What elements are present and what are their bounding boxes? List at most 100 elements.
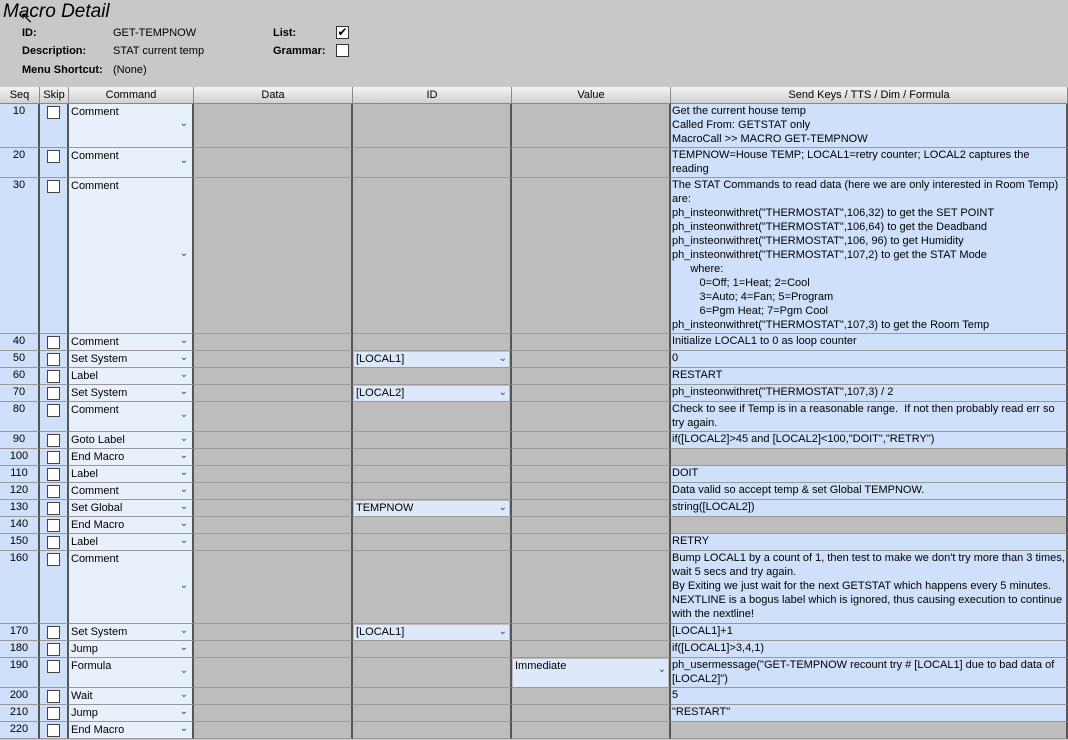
send-keys-cell[interactable]: The STAT Commands to read data (here we … [671,178,1068,334]
seq-cell[interactable]: 80 [0,402,40,432]
chevron-down-icon[interactable]: ⌄ [178,334,190,348]
skip-cell[interactable] [40,351,69,368]
skip-checkbox[interactable] [47,502,60,515]
value-cell[interactable] [512,148,671,178]
data-cell[interactable] [194,466,353,483]
seq-cell[interactable]: 20 [0,148,40,178]
value-cell[interactable] [512,104,671,148]
send-keys-cell[interactable] [671,517,1068,534]
value-cell[interactable] [512,551,671,624]
skip-cell[interactable] [40,534,69,551]
skip-checkbox[interactable] [47,451,60,464]
value-cell[interactable] [512,432,671,449]
data-cell[interactable] [194,385,353,402]
seq-cell[interactable]: 100 [0,449,40,466]
send-keys-cell[interactable]: [LOCAL1]+1 [671,624,1068,641]
id-cell[interactable] [353,534,512,551]
command-dropdown[interactable]: Wait ⌄ [69,688,194,705]
chevron-down-icon[interactable]: ⌄ [178,154,190,168]
id-cell[interactable] [353,432,512,449]
id-dropdown[interactable]: TEMPNOW ⌄ [354,501,509,516]
data-cell[interactable] [194,722,353,739]
skip-checkbox[interactable] [47,434,60,447]
description-value[interactable]: STAT current temp [113,45,204,57]
id-value[interactable]: GET-TEMPNOW [113,27,196,39]
data-cell[interactable] [194,551,353,624]
skip-checkbox[interactable] [47,643,60,656]
command-dropdown[interactable]: Comment ⌄ [69,178,194,334]
skip-checkbox[interactable] [47,660,60,673]
id-cell[interactable] [353,178,512,334]
value-cell[interactable]: Immediate ⌄ [512,658,671,688]
send-keys-cell[interactable]: Get the current house temp Called From: … [671,104,1068,148]
skip-cell[interactable] [40,148,69,178]
chevron-down-icon[interactable]: ⌄ [178,449,190,463]
command-dropdown[interactable]: Set System ⌄ [69,624,194,641]
skip-cell[interactable] [40,466,69,483]
seq-cell[interactable]: 120 [0,483,40,500]
data-cell[interactable] [194,148,353,178]
id-cell[interactable] [353,688,512,705]
send-keys-cell[interactable]: 0 [671,351,1068,368]
seq-cell[interactable]: 180 [0,641,40,658]
data-cell[interactable] [194,432,353,449]
send-keys-cell[interactable]: RETRY [671,534,1068,551]
column-header-skip[interactable]: Skip [40,87,69,104]
id-cell[interactable] [353,368,512,385]
value-cell[interactable] [512,466,671,483]
seq-cell[interactable]: 60 [0,368,40,385]
value-cell[interactable] [512,705,671,722]
value-cell[interactable] [512,500,671,517]
send-keys-cell[interactable]: Check to see if Temp is in a reasonable … [671,402,1068,432]
skip-cell[interactable] [40,705,69,722]
chevron-down-icon[interactable]: ⌄ [178,722,190,736]
column-header-seq[interactable]: Seq [0,87,40,104]
data-cell[interactable] [194,658,353,688]
value-cell[interactable] [512,483,671,500]
send-keys-cell[interactable]: RESTART [671,368,1068,385]
data-cell[interactable] [194,449,353,466]
menu-shortcut-value[interactable]: (None) [113,64,147,76]
data-cell[interactable] [194,641,353,658]
send-keys-cell[interactable]: 5 [671,688,1068,705]
chevron-down-icon[interactable]: ⌄ [178,641,190,655]
id-cell[interactable]: [LOCAL2] ⌄ [353,385,512,402]
id-cell[interactable] [353,483,512,500]
id-cell[interactable] [353,705,512,722]
chevron-down-icon[interactable]: ⌄ [178,624,190,638]
value-cell[interactable] [512,534,671,551]
chevron-down-icon[interactable]: ⌄ [178,247,190,261]
id-cell[interactable] [353,334,512,351]
skip-cell[interactable] [40,517,69,534]
skip-checkbox[interactable] [47,519,60,532]
command-dropdown[interactable]: End Macro ⌄ [69,449,194,466]
id-dropdown[interactable]: [LOCAL2] ⌄ [354,386,509,401]
id-cell[interactable] [353,466,512,483]
command-dropdown[interactable]: Comment ⌄ [69,551,194,624]
command-dropdown[interactable]: Formula ⌄ [69,658,194,688]
data-cell[interactable] [194,688,353,705]
seq-cell[interactable]: 110 [0,466,40,483]
send-keys-cell[interactable]: if([LOCAL1]>3,4,1) [671,641,1068,658]
send-keys-cell[interactable]: DOIT [671,466,1068,483]
skip-cell[interactable] [40,368,69,385]
seq-cell[interactable]: 150 [0,534,40,551]
data-cell[interactable] [194,402,353,432]
command-dropdown[interactable]: Comment ⌄ [69,483,194,500]
data-cell[interactable] [194,500,353,517]
data-cell[interactable] [194,624,353,641]
chevron-down-icon[interactable]: ⌄ [178,466,190,480]
command-dropdown[interactable]: End Macro ⌄ [69,722,194,739]
seq-cell[interactable]: 70 [0,385,40,402]
skip-cell[interactable] [40,688,69,705]
skip-cell[interactable] [40,658,69,688]
data-cell[interactable] [194,351,353,368]
skip-checkbox[interactable] [47,626,60,639]
skip-cell[interactable] [40,483,69,500]
skip-cell[interactable] [40,402,69,432]
chevron-down-icon[interactable]: ⌄ [178,517,190,531]
skip-checkbox[interactable] [47,370,60,383]
skip-cell[interactable] [40,385,69,402]
chevron-down-icon[interactable]: ⌄ [499,352,507,366]
chevron-down-icon[interactable]: ⌄ [499,625,507,639]
